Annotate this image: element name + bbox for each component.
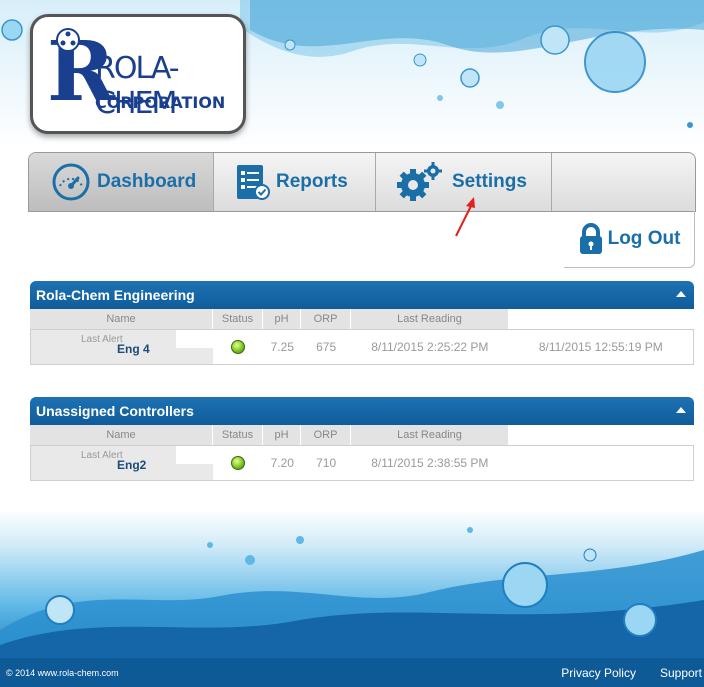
rola-chem-logo: R ROLA-CHEM CORPORATION xyxy=(30,14,246,134)
footer-links: Privacy Policy Support xyxy=(561,666,702,680)
panel-title: Rola-Chem Engineering xyxy=(36,287,195,303)
column-header-ph[interactable]: pH xyxy=(263,425,301,445)
annotation-arrow-icon xyxy=(455,197,475,237)
collapse-caret-icon[interactable] xyxy=(676,407,686,413)
nav-reports-label: Reports xyxy=(276,171,348,192)
table-row[interactable]: Last Alert Eng 4 7.25 675 8/11/2015 2:25… xyxy=(30,330,694,365)
page-footer: © 2014 www.rola-chem.com Privacy Policy … xyxy=(0,658,704,687)
logout-button[interactable]: Log Out xyxy=(564,211,695,268)
green-status-dot-icon xyxy=(231,340,246,354)
nav-dashboard-button[interactable]: Dashboard xyxy=(29,153,214,211)
controller-group-panel: Rola-Chem Engineering Name Status pH ORP… xyxy=(30,281,694,365)
table-row[interactable]: Last Alert Eng2 7.20 710 8/11/2015 2:38:… xyxy=(30,446,694,481)
controller-name-link[interactable]: Eng2 xyxy=(117,458,146,472)
column-header-last-reading[interactable]: Last Reading xyxy=(351,425,509,445)
column-header-name[interactable]: Name xyxy=(30,309,213,329)
settings-gears-icon xyxy=(397,162,442,201)
water-wave-graphic xyxy=(0,527,704,658)
green-status-dot-icon xyxy=(231,456,246,470)
panel-title: Unassigned Controllers xyxy=(36,403,194,419)
nav-settings-label: Settings xyxy=(452,171,527,192)
panel-header[interactable]: Rola-Chem Engineering xyxy=(30,281,694,309)
column-header-ph[interactable]: pH xyxy=(263,309,301,329)
footer-water-background xyxy=(0,510,704,658)
column-header-name[interactable]: Name xyxy=(30,425,213,445)
logout-label: Log Out xyxy=(607,228,681,249)
column-header-last-reading[interactable]: Last Reading xyxy=(351,309,509,329)
status-cell xyxy=(213,446,263,480)
column-header-spacer xyxy=(509,425,694,445)
last-reading-value: 8/11/2015 2:38:55 PM xyxy=(371,456,489,470)
controller-name-link[interactable]: Eng 4 xyxy=(117,342,150,356)
reports-document-icon xyxy=(237,165,270,200)
column-header-orp[interactable]: ORP xyxy=(301,309,351,329)
orp-value: 675 xyxy=(316,340,337,354)
last-alert-value xyxy=(509,446,693,480)
column-header-orp[interactable]: ORP xyxy=(301,425,351,445)
padlock-icon xyxy=(579,223,602,254)
dashboard-gauge-icon xyxy=(52,163,90,201)
copyright-text: © 2014 www.rola-chem.com xyxy=(6,667,119,678)
nav-dashboard-label: Dashboard xyxy=(97,171,197,192)
ph-value: 7.25 xyxy=(270,340,294,354)
column-header-spacer xyxy=(509,309,694,329)
last-alert-value: 8/11/2015 12:55:19 PM xyxy=(538,340,663,354)
last-reading-value: 8/11/2015 2:25:22 PM xyxy=(371,340,489,354)
name-cell: Last Alert Eng 4 xyxy=(31,330,214,364)
status-cell xyxy=(213,330,263,364)
nav-reports-button[interactable]: Reports xyxy=(214,153,376,211)
nav-empty-slot xyxy=(552,153,695,211)
table-header-row: Name Status pH ORP Last Reading xyxy=(30,309,694,330)
controller-group-panel: Unassigned Controllers Name Status pH OR… xyxy=(30,397,694,481)
panel-header[interactable]: Unassigned Controllers xyxy=(30,397,694,425)
logo-emblem-icon xyxy=(56,28,80,52)
collapse-caret-icon[interactable] xyxy=(676,291,686,297)
orp-value: 710 xyxy=(316,456,337,470)
table-header-row: Name Status pH ORP Last Reading xyxy=(30,425,694,446)
privacy-policy-link[interactable]: Privacy Policy xyxy=(561,666,636,680)
name-cell-gap xyxy=(176,330,214,348)
main-navigation: Dashboard Reports Settings xyxy=(28,152,696,212)
name-cell-gap xyxy=(176,446,214,464)
logo-corporation-text: CORPORATION xyxy=(95,93,226,112)
column-header-status[interactable]: Status xyxy=(213,425,263,445)
column-header-status[interactable]: Status xyxy=(213,309,263,329)
ph-value: 7.20 xyxy=(270,456,294,470)
support-link[interactable]: Support xyxy=(660,666,702,680)
name-cell: Last Alert Eng2 xyxy=(31,446,214,480)
